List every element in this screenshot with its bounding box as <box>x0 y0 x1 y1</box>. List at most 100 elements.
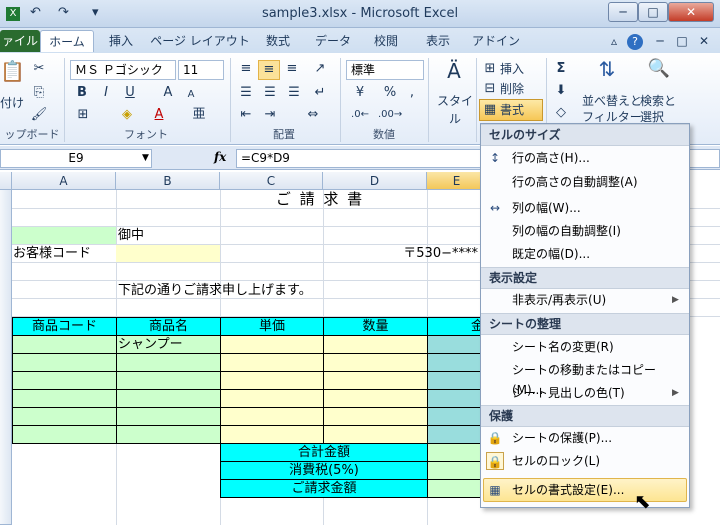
select-all-corner[interactable] <box>0 172 12 190</box>
table-cell[interactable] <box>323 389 428 408</box>
row-headers[interactable] <box>0 190 12 525</box>
menu-item-column-width[interactable]: 列の幅(W)... <box>512 198 682 218</box>
styles-icon[interactable]: Ä <box>440 61 468 88</box>
table-cell[interactable] <box>12 389 117 408</box>
menu-item-protect-sheet[interactable]: シートの保護(P)... <box>512 428 682 448</box>
paste-label[interactable]: 付け <box>0 94 30 112</box>
table-cell[interactable] <box>116 371 221 390</box>
shrink-font-button[interactable]: A <box>184 86 198 104</box>
table-cell[interactable] <box>220 425 324 444</box>
menu-item-move-copy-sheet[interactable]: シートの移動またはコピー(M)... <box>512 360 682 397</box>
table-cell[interactable] <box>427 389 487 408</box>
table-cell[interactable] <box>427 335 487 354</box>
insert-cells-icon[interactable]: ⊞ <box>482 60 498 78</box>
align-middle-icon[interactable]: ≡ <box>258 60 280 80</box>
phonetic-button[interactable]: 亜 <box>190 106 208 124</box>
comma-button[interactable]: , <box>404 84 420 102</box>
bold-button[interactable]: B <box>74 84 90 102</box>
table-cell[interactable] <box>12 353 117 372</box>
align-bottom-icon[interactable]: ≡ <box>282 60 302 78</box>
grand-total-cell[interactable] <box>427 479 487 498</box>
format-painter-icon[interactable]: 🖌 <box>30 106 48 124</box>
tab-insert[interactable]: 挿入 <box>100 30 142 52</box>
customer-code-cell[interactable] <box>116 245 220 262</box>
tab-data[interactable]: データ <box>310 30 356 52</box>
column-header-b[interactable]: B <box>116 172 220 190</box>
font-name-select[interactable]: ＭＳ Ｐゴシック <box>70 60 176 80</box>
table-cell[interactable] <box>323 407 428 426</box>
table-cell[interactable] <box>323 371 428 390</box>
table-cell[interactable] <box>323 335 428 354</box>
menu-item-column-autofit[interactable]: 列の幅の自動調整(I) <box>512 221 682 241</box>
table-cell[interactable] <box>323 353 428 372</box>
doc-maximize-icon[interactable]: □ <box>672 30 692 52</box>
tab-review[interactable]: 校閲 <box>364 30 408 52</box>
customer-name-cell[interactable] <box>12 227 116 244</box>
table-cell[interactable] <box>427 371 487 390</box>
undo-icon[interactable]: ↶ <box>30 5 44 23</box>
format-cells-icon[interactable]: ▦ <box>482 101 498 119</box>
fill-icon[interactable]: ⬇ <box>552 82 570 100</box>
cut-icon[interactable]: ✂ <box>30 60 48 78</box>
column-header-c[interactable]: C <box>220 172 323 190</box>
table-cell[interactable] <box>220 335 324 354</box>
maximize-button[interactable]: □ <box>638 2 668 22</box>
font-color-icon[interactable]: A <box>150 106 168 124</box>
table-cell[interactable] <box>116 425 221 444</box>
italic-button[interactable]: I <box>98 84 114 102</box>
format-button[interactable]: 書式 <box>500 101 540 119</box>
tab-formulas[interactable]: 数式 <box>256 30 300 52</box>
close-button[interactable]: ✕ <box>668 2 714 22</box>
align-right-icon[interactable]: ☰ <box>284 84 304 102</box>
currency-icon[interactable]: ¥ <box>348 84 372 102</box>
table-cell[interactable] <box>220 407 324 426</box>
name-box[interactable]: E9 <box>0 149 152 168</box>
help-icon[interactable]: ? <box>626 30 644 52</box>
align-top-icon[interactable]: ≡ <box>236 60 256 78</box>
align-left-icon[interactable]: ☰ <box>236 84 256 102</box>
grow-font-button[interactable]: A <box>160 84 176 102</box>
table-cell[interactable] <box>116 389 221 408</box>
table-cell[interactable] <box>427 407 487 426</box>
table-cell[interactable] <box>220 371 324 390</box>
table-cell[interactable] <box>116 407 221 426</box>
fill-color-icon[interactable]: ◈ <box>118 106 136 124</box>
table-cell[interactable] <box>116 353 221 372</box>
menu-item-lock-cell[interactable]: セルのロック(L) <box>512 451 682 471</box>
menu-item-hide-unhide[interactable]: 非表示/再表示(U) <box>512 290 662 310</box>
wrap-text-icon[interactable]: ↵ <box>310 84 330 102</box>
autosum-icon[interactable]: Σ <box>552 60 570 78</box>
orientation-icon[interactable]: ↗ <box>310 60 330 78</box>
name-box-dropdown-icon[interactable]: ▼ <box>142 151 152 165</box>
doc-minimize-icon[interactable]: ─ <box>650 30 670 52</box>
underline-button[interactable]: U <box>122 84 138 102</box>
delete-button[interactable]: 削除 <box>500 80 540 98</box>
delete-cells-icon[interactable]: ⊟ <box>482 80 498 98</box>
insert-button[interactable]: 挿入 <box>500 60 540 78</box>
increase-decimal-icon[interactable]: .0← <box>348 106 372 124</box>
decrease-indent-icon[interactable]: ⇤ <box>236 106 256 124</box>
menu-item-row-height[interactable]: 行の高さ(H)... <box>512 148 682 168</box>
decrease-decimal-icon[interactable]: .00→ <box>378 106 402 124</box>
menu-item-row-autofit[interactable]: 行の高さの自動調整(A) <box>512 172 682 192</box>
menu-item-rename-sheet[interactable]: シート名の変更(R) <box>512 337 682 357</box>
total-cell[interactable] <box>427 443 487 462</box>
table-cell[interactable] <box>323 425 428 444</box>
clear-icon[interactable]: ◇ <box>552 104 570 122</box>
find-select-icon[interactable]: 🔍 <box>646 60 672 86</box>
table-cell-product-name[interactable]: シャンプー <box>116 335 221 354</box>
tab-page-layout[interactable]: ページ レイアウト <box>150 30 250 52</box>
insert-function-icon[interactable]: fx <box>214 150 234 164</box>
ribbon-minimize-icon[interactable]: ▵ <box>606 30 622 52</box>
merge-center-icon[interactable]: ⇔ <box>300 106 326 124</box>
tab-addins[interactable]: アドイン <box>468 30 524 52</box>
borders-icon[interactable]: ⊞ <box>74 106 92 124</box>
table-cell[interactable] <box>427 425 487 444</box>
doc-close-icon[interactable]: ✕ <box>694 30 714 52</box>
table-cell[interactable] <box>12 335 117 354</box>
table-cell[interactable] <box>427 353 487 372</box>
tab-file[interactable]: ァイル <box>0 30 40 52</box>
column-header-d[interactable]: D <box>323 172 427 190</box>
table-cell[interactable] <box>12 371 117 390</box>
menu-item-default-width[interactable]: 既定の幅(D)... <box>512 244 682 264</box>
